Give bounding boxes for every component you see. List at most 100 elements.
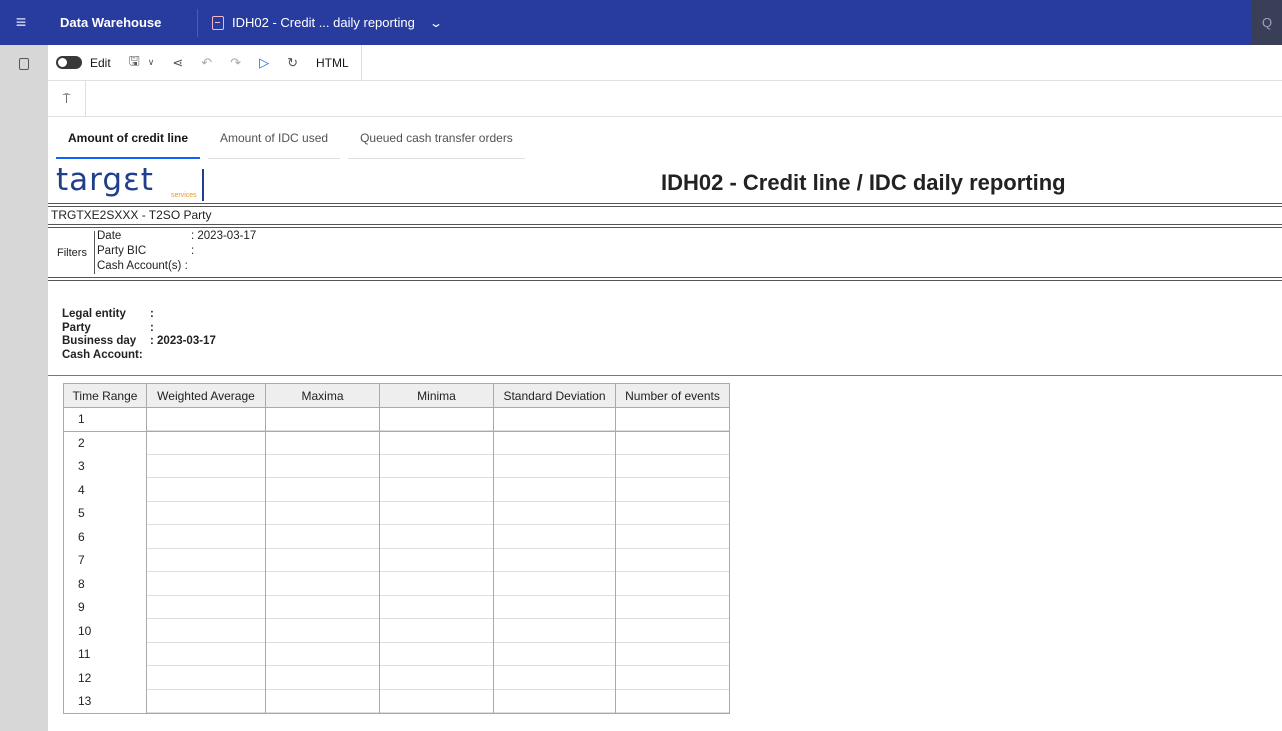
divider-line <box>48 224 1282 225</box>
table-cell <box>265 525 380 549</box>
report-table: Time Range Weighted Average Maxima Minim… <box>63 383 730 714</box>
info-key: Legal entity <box>62 308 126 320</box>
table-cell <box>265 689 380 714</box>
time-range-cell: 12 <box>63 666 147 690</box>
party-line: TRGTXE2SXXX - T2SO Party <box>51 208 212 222</box>
column-header-standard-deviation: Standard Deviation <box>493 383 616 408</box>
table-cell <box>615 501 730 525</box>
table-cell <box>265 572 380 596</box>
info-row-party: Party : <box>62 322 216 336</box>
html-format-button[interactable]: HTML <box>316 44 362 81</box>
filter-party-bic-value: : <box>191 245 195 257</box>
table-cell <box>493 548 616 572</box>
table-row: 11 <box>63 642 730 666</box>
table-cell <box>379 454 494 478</box>
divider-line <box>48 277 1282 278</box>
table-cell <box>615 478 730 502</box>
time-range-cell: 11 <box>63 642 147 666</box>
edit-toggle[interactable] <box>56 56 82 69</box>
table-row: 5 <box>63 501 730 525</box>
undo-icon[interactable]: ↶ <box>201 55 212 71</box>
run-icon[interactable]: ▷ <box>259 55 269 71</box>
table-cell <box>615 525 730 549</box>
table-header-row: Time Range Weighted Average Maxima Minim… <box>63 383 730 408</box>
time-range-cell: 10 <box>63 619 147 643</box>
info-key: Business day <box>62 335 137 347</box>
table-cell <box>379 431 494 455</box>
table-row: 1 <box>63 407 730 432</box>
table-cell <box>493 642 616 666</box>
column-header-time-range: Time Range <box>63 383 147 408</box>
tab-amount-of-credit-line[interactable]: Amount of credit line <box>56 117 200 159</box>
save-options-chevron-icon[interactable]: ∨ <box>148 57 155 68</box>
table-cell <box>493 407 616 432</box>
divider-line <box>48 375 1282 376</box>
refresh-icon[interactable]: ↻ <box>287 55 298 71</box>
clipboard-icon[interactable] <box>19 58 29 70</box>
table-cell <box>146 525 266 549</box>
secondary-toolbar: ⍑ <box>48 80 1282 117</box>
table-row: 10 <box>63 619 730 643</box>
chevron-down-icon[interactable]: ⌄ <box>429 16 443 30</box>
table-cell <box>146 595 266 619</box>
search-icon[interactable]: Q <box>1252 0 1282 45</box>
time-range-cell: 6 <box>63 525 147 549</box>
table-cell <box>265 431 380 455</box>
save-icon[interactable]: 🖫 <box>129 52 140 74</box>
filter-icon[interactable]: ⍑ <box>48 80 86 117</box>
table-cell <box>379 666 494 690</box>
table-row: 9 <box>63 595 730 619</box>
table-cell <box>146 454 266 478</box>
column-header-number-of-events: Number of events <box>615 383 730 408</box>
divider-line <box>48 280 1282 281</box>
left-rail <box>0 45 48 731</box>
tab-amount-of-idc-used[interactable]: Amount of IDC used <box>208 117 341 159</box>
table-cell <box>615 666 730 690</box>
time-range-cell: 2 <box>63 431 147 455</box>
table-cell <box>493 572 616 596</box>
table-cell <box>379 478 494 502</box>
table-body: 1 2 3 4 5 6 7 8 9 10 11 12 13 <box>63 407 730 714</box>
table-cell <box>265 407 380 432</box>
edit-label[interactable]: Edit <box>90 56 111 70</box>
report-tabs: Amount of credit line Amount of IDC used… <box>56 117 533 159</box>
table-row: 13 <box>63 689 730 714</box>
time-range-cell: 8 <box>63 572 147 596</box>
table-cell <box>379 548 494 572</box>
filter-date-label: Date <box>97 230 122 242</box>
report-toolbar: Edit 🖫 ∨ ⋖ ↶ ↷ ▷ ↻ HTML <box>48 44 1282 81</box>
redo-icon[interactable]: ↷ <box>230 55 241 71</box>
table-cell <box>265 548 380 572</box>
table-cell <box>146 478 266 502</box>
column-header-weighted-average: Weighted Average <box>146 383 266 408</box>
table-cell <box>493 454 616 478</box>
app-name[interactable]: Data Warehouse <box>42 15 187 30</box>
column-header-maxima: Maxima <box>265 383 380 408</box>
table-row: 12 <box>63 666 730 690</box>
top-divider <box>197 8 198 37</box>
report-selector-label: IDH02 - Credit ... daily reporting <box>232 15 415 30</box>
table-cell <box>493 689 616 714</box>
share-icon[interactable]: ⋖ <box>172 55 183 71</box>
table-cell <box>493 595 616 619</box>
target-logo: targεt <box>56 162 154 198</box>
filter-date-value: : 2023-03-17 <box>191 230 257 242</box>
info-row-business-day: Business day : 2023-03-17 <box>62 335 216 349</box>
time-range-cell: 3 <box>63 454 147 478</box>
table-cell <box>146 431 266 455</box>
table-cell <box>146 572 266 596</box>
info-row-cash-account: Cash Account : <box>62 349 216 363</box>
table-cell <box>615 572 730 596</box>
table-cell <box>379 407 494 432</box>
table-cell <box>146 689 266 714</box>
report-selector[interactable]: IDH02 - Credit ... daily reporting ⌄ <box>212 15 443 30</box>
table-row: 6 <box>63 525 730 549</box>
table-row: 7 <box>63 548 730 572</box>
table-cell <box>379 501 494 525</box>
table-cell <box>615 407 730 432</box>
table-cell <box>146 548 266 572</box>
tab-queued-cash-transfer-orders[interactable]: Queued cash transfer orders <box>348 117 525 159</box>
hamburger-icon[interactable]: ≡ <box>0 0 42 45</box>
info-value: : <box>138 348 143 361</box>
table-cell <box>265 619 380 643</box>
